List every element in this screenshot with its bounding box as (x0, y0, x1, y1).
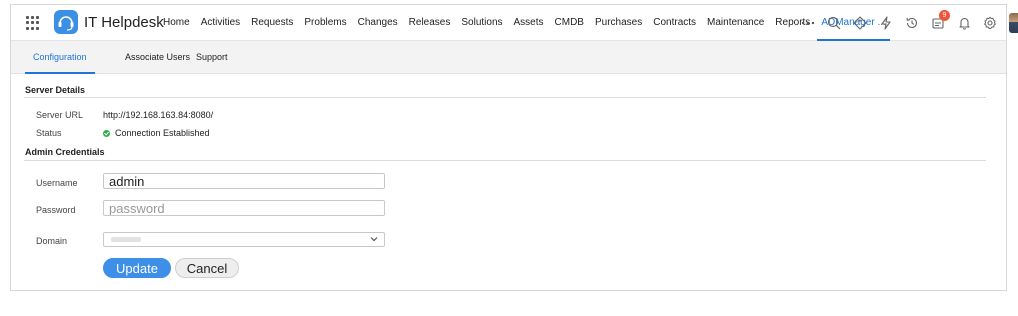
tag-icon[interactable] (847, 5, 873, 41)
header-icon-group: 9 (795, 5, 1018, 41)
server-url-label: Server URL (36, 110, 84, 120)
status-value: Connection Established (115, 128, 210, 138)
search-icon[interactable] (821, 5, 847, 41)
status-ok-icon (103, 130, 110, 137)
tab-associate-users[interactable]: Associate Users (125, 41, 190, 74)
nav-item-changes[interactable]: Changes (358, 5, 398, 41)
cancel-button[interactable]: Cancel (175, 258, 239, 278)
gear-icon[interactable] (977, 5, 1003, 41)
nav-item-requests[interactable]: Requests (251, 5, 293, 41)
status-label: Status (36, 128, 62, 138)
bell-icon[interactable] (951, 5, 977, 41)
helpdesk-logo-icon (54, 10, 78, 34)
username-label: Username (36, 178, 78, 188)
main-nav: Home Activities Requests Problems Change… (163, 5, 897, 41)
nav-item-problems[interactable]: Problems (304, 5, 346, 41)
chevron-down-icon (370, 235, 378, 245)
server-details-heading: Server Details (25, 85, 86, 95)
section-divider (24, 160, 986, 161)
update-button[interactable]: Update (103, 258, 171, 278)
notification-count-badge: 9 (939, 10, 950, 21)
app-window: IT Helpdesk Home Activities Requests Pro… (10, 4, 1018, 291)
section-divider (24, 97, 986, 98)
nav-item-assets[interactable]: Assets (514, 5, 544, 41)
domain-label: Domain (36, 236, 68, 246)
tab-support[interactable]: Support (196, 41, 228, 74)
status-value-wrapper: Connection Established (103, 128, 210, 138)
nav-item-contracts[interactable]: Contracts (653, 5, 696, 41)
nav-item-purchases[interactable]: Purchases (595, 5, 642, 41)
nav-item-activities[interactable]: Activities (201, 5, 240, 41)
nav-item-home[interactable]: Home (163, 5, 190, 41)
tab-configuration[interactable]: Configuration (25, 41, 95, 74)
app-grid-icon[interactable] (26, 16, 40, 30)
admin-credentials-heading: Admin Credentials (25, 147, 105, 157)
tab-bar: Configuration Associate Users Support (11, 41, 1006, 74)
more-icon[interactable] (795, 5, 821, 41)
server-url-value: http://192.168.163.84:8080/ (103, 110, 214, 120)
nav-item-solutions[interactable]: Solutions (461, 5, 502, 41)
top-navigation-bar: IT Helpdesk Home Activities Requests Pro… (11, 5, 1018, 41)
history-icon[interactable] (899, 5, 925, 41)
nav-item-maintenance[interactable]: Maintenance (707, 5, 764, 41)
password-field[interactable] (103, 200, 385, 216)
domain-selected-value (111, 237, 141, 242)
requests-icon[interactable]: 9 (925, 5, 951, 41)
username-field[interactable] (103, 173, 385, 189)
user-avatar[interactable] (1009, 13, 1018, 33)
lightning-icon[interactable] (873, 5, 899, 41)
domain-select[interactable] (103, 232, 385, 247)
nav-item-releases[interactable]: Releases (409, 5, 451, 41)
password-label: Password (36, 205, 76, 215)
app-title[interactable]: IT Helpdesk (84, 14, 164, 31)
nav-item-cmdb[interactable]: CMDB (555, 5, 584, 41)
